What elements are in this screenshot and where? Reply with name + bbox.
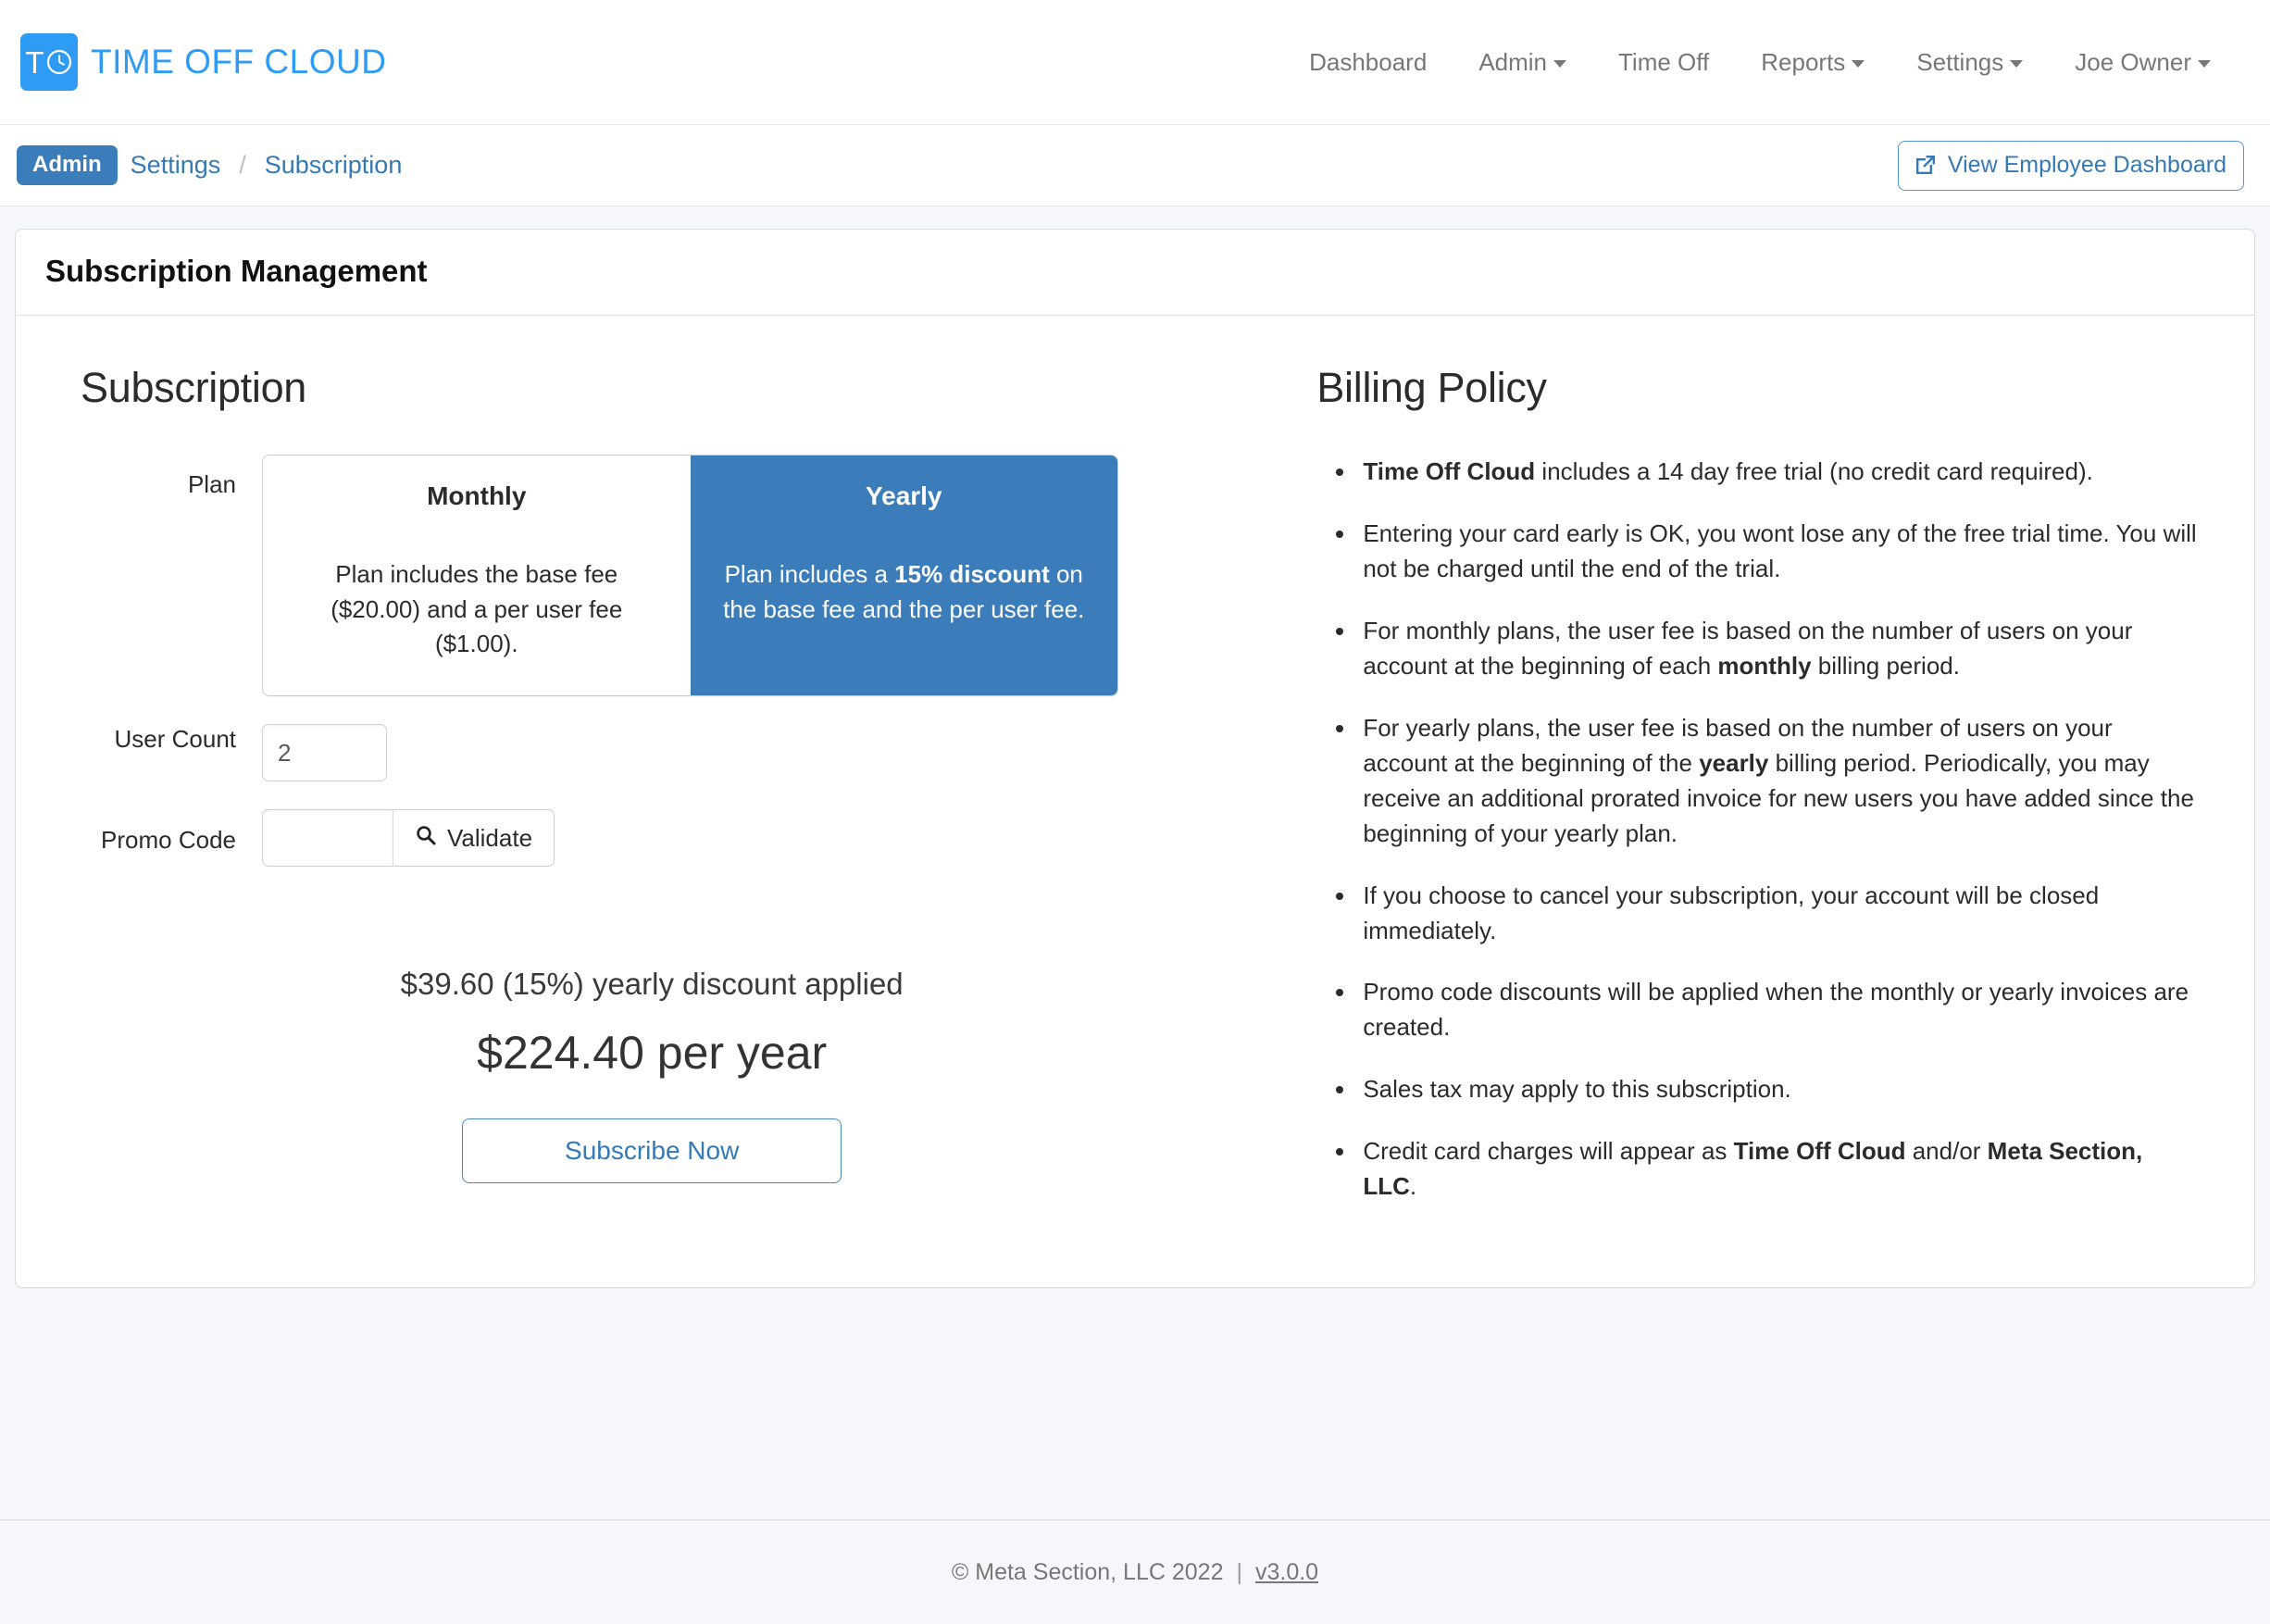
promo-code-form-row: Promo Code Validate [81,809,1274,867]
billing-policy-item: Promo code discounts will be applied whe… [1357,975,2199,1045]
billing-policy-heading: Billing Policy [1316,364,2199,412]
policy-text-emphasis: yearly [1699,749,1768,777]
page-footer: © Meta Section, LLC 2022 | v3.0.0 [0,1519,2270,1624]
plan-desc-text: Plan includes the base fee ($20.00) and … [331,560,622,657]
user-count-label: User Count [81,724,262,755]
brand-logo-link[interactable]: T TIME OFF CLOUD [17,33,386,91]
subscription-heading: Subscription [81,364,1274,412]
user-count-input[interactable] [262,724,387,781]
policy-text: includes a 14 day free trial (no credit … [1535,457,2093,485]
policy-text-emphasis: Time Off Cloud [1734,1137,1906,1165]
nav-item-time-off[interactable]: Time Off [1592,39,1735,86]
billing-policy-item: Entering your card early is OK, you wont… [1357,517,2199,587]
card-header: Subscription Management [16,230,2254,316]
footer-copyright: © Meta Section, LLC 2022 [952,1559,1224,1586]
plan-label: Plan [81,455,262,500]
policy-text: Sales tax may apply to this subscription… [1363,1075,1790,1103]
subscription-column: Subscription Plan Monthly Plan includes … [34,347,1300,1231]
chevron-down-icon [2010,60,2023,68]
breadcrumb-item-settings[interactable]: Settings [118,151,234,180]
nav-label: Admin [1478,48,1547,77]
footer-spacer [0,1397,2270,1519]
breadcrumb-bar: Admin Settings / Subscription View Emplo… [0,125,2270,206]
nav-item-admin[interactable]: Admin [1453,39,1592,86]
brand-logo-mark: T [20,33,78,91]
promo-code-label: Promo Code [81,809,262,856]
clock-icon [45,48,73,76]
page-title: Subscription Management [45,254,2225,289]
plan-selector-group: Monthly Plan includes the base fee ($20.… [262,455,1118,696]
plan-desc-highlight: 15% discount [894,560,1050,588]
main-nav-links: Dashboard Admin Time Off Reports Setting… [1283,39,2237,86]
chevron-down-icon [1852,60,1865,68]
policy-text-emphasis: Time Off Cloud [1363,457,1535,485]
chevron-down-icon [1553,60,1566,68]
footer-version-link[interactable]: v3.0.0 [1255,1559,1318,1586]
view-employee-dashboard-label: View Employee Dashboard [1948,152,2226,179]
nav-label: Dashboard [1309,48,1427,77]
external-link-icon [1914,153,1938,177]
breadcrumb-item-subscription[interactable]: Subscription [252,151,416,180]
plan-option-monthly-name: Monthly [291,481,663,511]
nav-label: Settings [1916,48,2003,77]
footer-content: © Meta Section, LLC 2022 | v3.0.0 [952,1559,1318,1586]
page-root: T TIME OFF CLOUD Dashboard Admin [0,0,2270,1624]
billing-policy-list: Time Off Cloud includes a 14 day free tr… [1316,455,2199,1205]
billing-policy-item: For monthly plans, the user fee is based… [1357,614,2199,684]
nav-item-dashboard[interactable]: Dashboard [1283,39,1453,86]
plan-option-yearly-description: Plan includes a 15% discount on the base… [718,557,1091,627]
validate-promo-button[interactable]: Validate [393,809,555,867]
main-content: Subscription Management Subscription Pla… [0,206,2270,1397]
nav-item-settings[interactable]: Settings [1890,39,2049,86]
footer-separator: | [1236,1559,1242,1586]
brand-letter-t: T [25,47,44,78]
billing-policy-item: Sales tax may apply to this subscription… [1357,1072,2199,1107]
policy-text: If you choose to cancel your subscriptio… [1363,881,2099,944]
billing-policy-item: Credit card charges will appear as Time … [1357,1134,2199,1205]
plan-option-yearly[interactable]: Yearly Plan includes a 15% discount on t… [691,456,1118,695]
plan-option-yearly-name: Yearly [718,481,1091,511]
nav-item-reports[interactable]: Reports [1735,39,1890,86]
policy-text: and/or [1906,1137,1988,1165]
plan-form-row: Plan Monthly Plan includes the base fee … [81,455,1274,696]
policy-text-emphasis: monthly [1717,652,1811,680]
card-body: Subscription Plan Monthly Plan includes … [16,316,2254,1287]
nav-label: Time Off [1618,48,1709,77]
chevron-down-icon [2198,60,2211,68]
plan-option-monthly[interactable]: Monthly Plan includes the base fee ($20.… [263,456,691,695]
breadcrumb-separator: / [233,151,252,180]
subscription-management-card: Subscription Management Subscription Pla… [15,229,2255,1288]
promo-code-input-group: Validate [262,809,555,867]
nav-item-user-menu[interactable]: Joe Owner [2049,39,2237,86]
user-count-form-row: User Count [81,724,1274,781]
subscribe-now-button[interactable]: Subscribe Now [462,1118,842,1183]
billing-policy-item: For yearly plans, the user fee is based … [1357,711,2199,852]
billing-policy-item: If you choose to cancel your subscriptio… [1357,879,2199,949]
breadcrumb: Admin Settings / Subscription [17,145,415,184]
policy-text: Promo code discounts will be applied whe… [1363,978,2189,1041]
discount-applied-text: $39.60 (15%) yearly discount applied [81,967,1223,1002]
policy-text: . [1410,1172,1416,1200]
total-price-text: $224.40 per year [81,1026,1223,1080]
billing-policy-column: Billing Policy Time Off Cloud includes a… [1300,347,2236,1231]
validate-button-label: Validate [447,824,532,853]
policy-text: Credit card charges will appear as [1363,1137,1733,1165]
plan-desc-prefix: Plan includes a [725,560,895,588]
billing-policy-item: Time Off Cloud includes a 14 day free tr… [1357,455,2199,490]
search-icon [415,824,437,853]
policy-text: Entering your card early is OK, you wont… [1363,519,2196,582]
pricing-summary: $39.60 (15%) yearly discount applied $22… [81,967,1274,1183]
policy-text: billing period. [1812,652,1960,680]
plan-option-monthly-description: Plan includes the base fee ($20.00) and … [291,557,663,662]
nav-label: Reports [1761,48,1845,77]
top-navigation-bar: T TIME OFF CLOUD Dashboard Admin [0,0,2270,125]
breadcrumb-badge-admin[interactable]: Admin [17,145,118,184]
view-employee-dashboard-button[interactable]: View Employee Dashboard [1898,141,2244,191]
brand-name: TIME OFF CLOUD [91,43,386,81]
nav-label: Joe Owner [2075,48,2191,77]
promo-code-input[interactable] [262,809,393,867]
